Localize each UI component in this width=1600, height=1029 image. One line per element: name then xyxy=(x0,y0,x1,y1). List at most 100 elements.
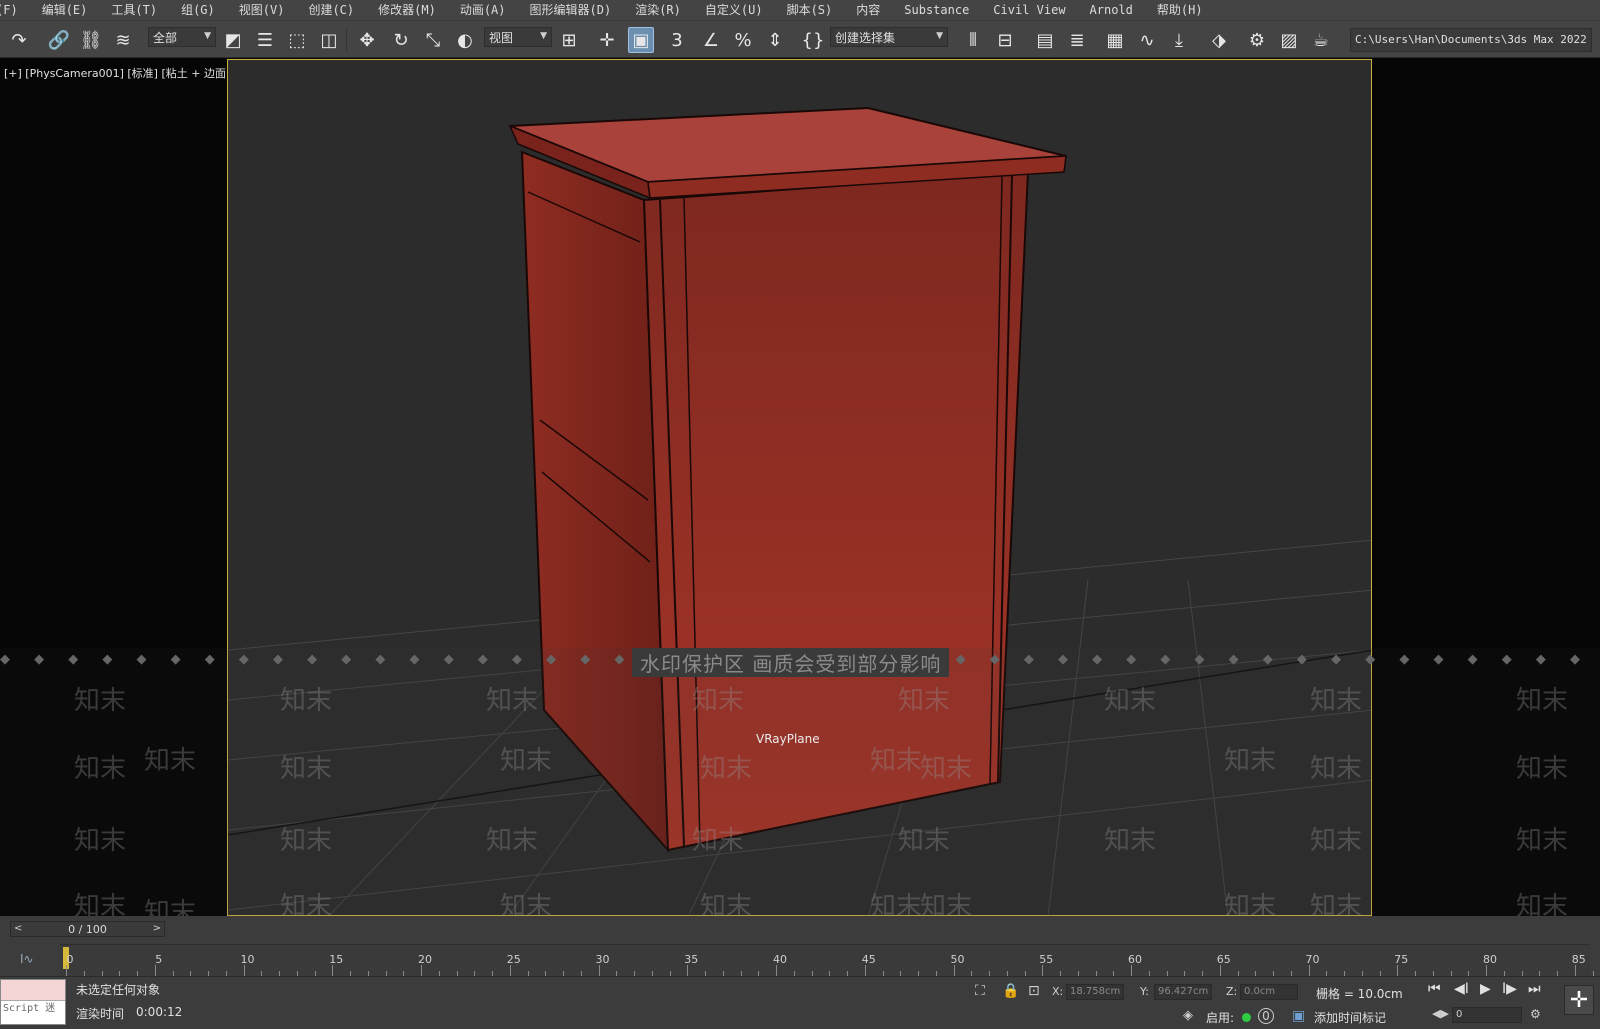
redo-icon[interactable]: ↷ xyxy=(6,27,32,53)
pivot-point-icon[interactable]: ⊞ xyxy=(556,27,582,53)
timeline-tick-label: 25 xyxy=(506,953,521,966)
key-mode-icon[interactable]: ◀▶ xyxy=(1432,1007,1449,1020)
render-setup-icon[interactable]: ⚙ xyxy=(1244,27,1270,53)
menu-item[interactable]: 内容 xyxy=(844,0,892,20)
watermark-text: 知末 xyxy=(144,746,197,776)
menu-item[interactable]: 视图(V) xyxy=(227,0,297,20)
bind-space-warp-icon[interactable]: ≋ xyxy=(110,27,136,53)
link-icon[interactable]: 🔗 xyxy=(46,27,72,53)
viewport-camera[interactable]: [+] [PhysCamera001] [标准] [粘土 + 边面] xyxy=(0,58,1600,916)
enable-count[interactable]: 0 xyxy=(1258,1008,1274,1024)
reference-coordinate-dropdown[interactable]: 视图 ▼ xyxy=(484,27,552,47)
selection-filter-value: 全部 xyxy=(153,30,178,45)
object-label-vrayplane[interactable]: VRayPlane xyxy=(756,732,820,746)
project-path-field[interactable]: C:\Users\Han\Documents\3ds Max 2022 xyxy=(1350,28,1592,52)
menu-item[interactable]: 编辑(E) xyxy=(30,0,100,20)
next-key-icon[interactable]: Ι▶ xyxy=(1502,981,1517,997)
select-manipulate-icon[interactable]: ✛ xyxy=(594,27,620,53)
viewport-navigation-plus-icon[interactable]: ✛ xyxy=(1564,985,1594,1015)
spinner-snap-icon[interactable]: ⇕ xyxy=(762,27,788,53)
watermark-text: 知末 xyxy=(486,686,539,716)
timeline-tick-label: 80 xyxy=(1483,953,1497,966)
next-frame-icon[interactable]: > xyxy=(153,923,161,934)
time-slider[interactable]: < 0 / 100 > xyxy=(10,921,165,937)
named-selection-value: 创建选择集 xyxy=(835,30,896,45)
watermark-text: 知末 xyxy=(486,826,539,856)
select-by-name-icon[interactable]: ☰ xyxy=(252,27,278,53)
menu-item[interactable]: 修改器(M) xyxy=(366,0,448,20)
time-tag-icon[interactable]: ▣ xyxy=(1292,1008,1305,1024)
place-icon[interactable]: ◐ xyxy=(452,27,478,53)
menu-item[interactable]: Substance xyxy=(892,0,981,20)
mirror-icon[interactable]: ⫴ xyxy=(960,27,986,53)
add-time-tag[interactable]: 添加时间标记 xyxy=(1314,1009,1386,1026)
material-editor-icon[interactable]: ⬗ xyxy=(1206,27,1232,53)
rectangular-selection-icon[interactable]: ⬚ xyxy=(284,27,310,53)
schematic-view-icon[interactable]: ⤓ xyxy=(1166,27,1192,53)
timeline-tick-label: 15 xyxy=(329,953,344,966)
align-icon[interactable]: ⊟ xyxy=(992,27,1018,53)
selection-filter-dropdown[interactable]: 全部 ▼ xyxy=(148,27,216,47)
go-to-end-icon[interactable]: ⏭ xyxy=(1528,981,1541,997)
current-frame-field[interactable]: 0 xyxy=(1452,1007,1522,1023)
scene-explorer-icon[interactable]: ▤ xyxy=(1032,27,1058,53)
viewport-scene xyxy=(228,106,1371,915)
menu-item[interactable]: 工具(T) xyxy=(99,0,169,20)
previous-frame-icon[interactable]: < xyxy=(14,923,22,934)
absolute-mode-icon[interactable]: ⊡ xyxy=(1028,983,1040,999)
scale-icon[interactable]: ⤡ xyxy=(420,27,446,53)
layer-explorer-icon[interactable]: ≣ xyxy=(1064,27,1090,53)
unlink-icon[interactable]: ⛓ xyxy=(78,27,104,53)
timeline-tick-label: 20 xyxy=(418,953,432,966)
window-crossing-icon[interactable]: ◫ xyxy=(316,27,342,53)
render-production-icon[interactable]: ☕ xyxy=(1308,27,1334,53)
menu-item[interactable]: 自定义(U) xyxy=(693,0,775,20)
adaptive-degradation-icon[interactable]: ◈ xyxy=(1183,1008,1193,1023)
edit-named-selection-icon[interactable]: {} xyxy=(800,27,826,53)
menu-item[interactable]: 动画(A) xyxy=(448,0,518,20)
watermark-text: 知末 xyxy=(1104,686,1157,716)
menu-item[interactable]: 渲染(R) xyxy=(623,0,693,20)
status-indicator-icon xyxy=(1242,1013,1251,1022)
chevron-down-icon: ▼ xyxy=(204,31,211,41)
select-object-icon[interactable]: ◩ xyxy=(220,27,246,53)
toggle-ribbon-icon[interactable]: ▦ xyxy=(1102,27,1128,53)
menu-item[interactable]: 脚本(S) xyxy=(775,0,845,20)
isolate-selection-icon[interactable]: ⛶ xyxy=(975,983,985,999)
watermark-text: 知末 xyxy=(1516,826,1569,856)
menu-item[interactable]: 帮助(H) xyxy=(1145,0,1215,20)
lock-selection-icon[interactable]: 🔒 xyxy=(1002,983,1019,999)
y-coord-field[interactable]: 96.427cm xyxy=(1154,984,1212,1000)
menu-item[interactable]: 创建(C) xyxy=(296,0,366,20)
curve-editor-icon[interactable]: ∿ xyxy=(1134,27,1160,53)
keyboard-shortcut-override-icon[interactable]: ▣ xyxy=(628,27,654,53)
timeline: < 0 / 100 > I∿ 0 5 10 15 20 25 30 35 40 45 50 55 60 6… xyxy=(0,916,1600,977)
x-coord-field[interactable]: 18.758cm xyxy=(1066,984,1124,1000)
angle-snap-icon[interactable]: ∠ xyxy=(698,27,724,53)
snaps-toggle-icon[interactable]: 3 xyxy=(664,27,690,53)
watermark-text: 知末 xyxy=(74,826,127,856)
menu-item[interactable]: 图形编辑器(D) xyxy=(518,0,624,20)
menu-item[interactable]: (F) xyxy=(0,0,30,20)
time-config-icon[interactable]: ⚙ xyxy=(1530,1007,1541,1021)
maxscript-input[interactable] xyxy=(1,980,65,1001)
named-selection-dropdown[interactable]: 创建选择集 ▼ xyxy=(830,27,948,47)
time-track[interactable]: 0 5 10 15 20 25 30 35 40 45 50 55 60 65 70 75 80 85 xyxy=(60,944,1594,977)
timeline-tick-label: 65 xyxy=(1216,953,1231,966)
z-coord-field[interactable]: 0.0cm xyxy=(1240,984,1298,1000)
rotate-icon[interactable]: ↻ xyxy=(388,27,414,53)
menu-item[interactable]: Civil View xyxy=(981,0,1077,20)
mini-curve-editor-icon[interactable]: I∿ xyxy=(20,952,34,966)
rendered-frame-window-icon[interactable]: ▨ xyxy=(1276,27,1302,53)
maxscript-listener[interactable]: Script 迷 xyxy=(0,979,66,1025)
viewport-label[interactable]: [+] [PhysCamera001] [标准] [粘土 + 边面] xyxy=(4,65,230,81)
watermark-text: 知末 xyxy=(1224,746,1277,776)
menu-item[interactable]: 组(G) xyxy=(169,0,227,20)
previous-key-icon[interactable]: ◀Ι xyxy=(1454,981,1469,997)
go-to-start-icon[interactable]: ⏮ xyxy=(1428,981,1441,997)
status-bar: Script 迷 未选定任何对象 渲染时间 0:00:12 ⛶ 🔒 ⊡ X: 1… xyxy=(0,976,1600,1029)
percent-snap-icon[interactable]: % xyxy=(730,27,756,53)
play-icon[interactable]: ▶ xyxy=(1480,981,1491,997)
move-icon[interactable]: ✥ xyxy=(354,27,380,53)
menu-item[interactable]: Arnold xyxy=(1078,0,1145,20)
